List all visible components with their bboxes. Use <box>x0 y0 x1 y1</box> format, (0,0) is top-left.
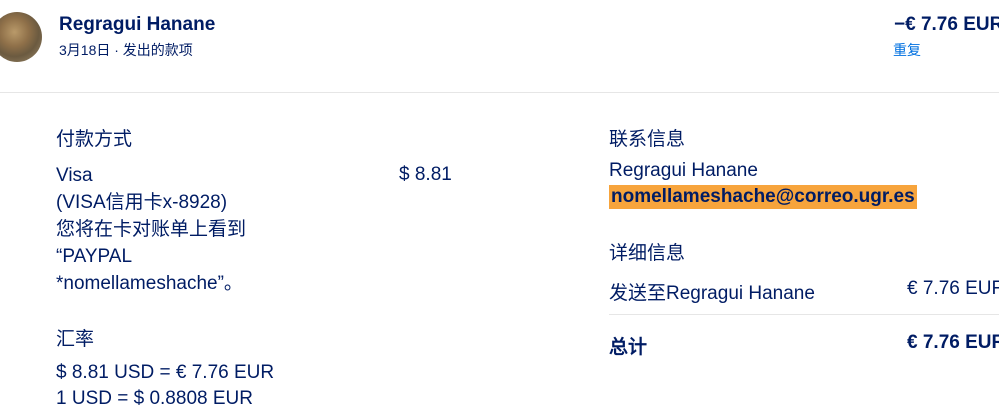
payment-method-line: 您将在卡对账单上看到 <box>56 219 247 240</box>
total-amount: € 7.76 EUR <box>907 332 999 353</box>
header-divider <box>0 92 999 93</box>
payment-amount: $ 8.81 <box>399 164 452 185</box>
send-to-amount: € 7.76 EUR <box>907 278 999 299</box>
details-divider <box>609 314 999 315</box>
payment-method-details: Visa (VISA信用卡x-8928) 您将在卡对账单上看到 “PAYPAL … <box>56 162 246 297</box>
exchange-rate-title: 汇率 <box>56 329 95 350</box>
details-title: 详细信息 <box>609 243 686 264</box>
transaction-amount: −€ 7.76 EUR <box>894 14 999 35</box>
contact-email: nomellameshache@correo.ugr.es <box>609 185 917 209</box>
send-to-label: 发送至Regragui Hanane <box>609 283 815 304</box>
contact-name: Regragui Hanane <box>609 160 758 181</box>
transaction-date-type: 3月18日 · 发出的款项 <box>59 42 193 58</box>
repeat-link[interactable]: 重复 <box>893 40 921 60</box>
total-label: 总计 <box>609 337 648 358</box>
exchange-rate-line: 1 USD = $ 0.8808 EUR <box>56 388 253 409</box>
recipient-name: Regragui Hanane <box>59 14 216 35</box>
payment-method-line: “PAYPAL <box>56 246 133 267</box>
payment-method-line: (VISA信用卡x-8928) <box>56 192 228 213</box>
payment-method-line: Visa <box>56 165 93 186</box>
payment-method-line: *nomellameshache”。 <box>56 273 243 294</box>
avatar <box>0 12 42 62</box>
payment-method-title: 付款方式 <box>56 129 133 150</box>
exchange-rate-line: $ 8.81 USD = € 7.76 EUR <box>56 362 275 383</box>
contact-info-title: 联系信息 <box>609 129 686 150</box>
